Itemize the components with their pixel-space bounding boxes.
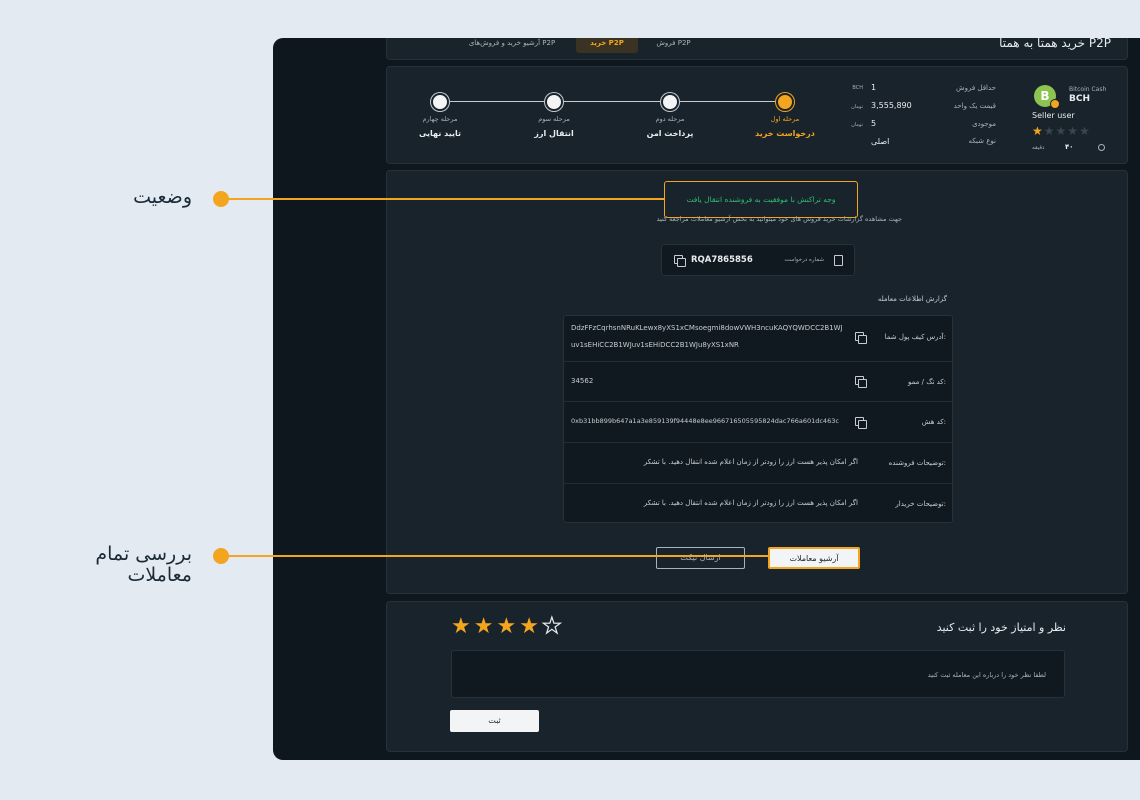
step-1-dot <box>776 93 794 111</box>
timer-value: ۴۰ <box>1065 143 1074 151</box>
review-panel: نظر و امتیاز خود را ثبت کنید ★★★★★ لطفا … <box>386 601 1128 752</box>
seller-notes-value: اگر امکان پذیر هست ارز را زودتر از زمان … <box>643 458 858 466</box>
star-icon[interactable]: ★ <box>451 614 474 639</box>
seller-name[interactable]: Seller user <box>1032 111 1075 120</box>
step-1-sub: مرحله اول <box>770 115 800 123</box>
min-sell-label: حداقل فروش <box>956 84 996 92</box>
review-textarea[interactable]: لطفا نظر خود را درباره این معامله ثبت کن… <box>451 650 1065 698</box>
buyer-notes-value: اگر امکان پذیر هست ارز را زودتر از زمان … <box>643 499 858 507</box>
step-2-label: پرداخت امن <box>646 129 694 138</box>
step-4-dot <box>431 93 449 111</box>
archive-annotation-line2: معاملات <box>127 564 192 586</box>
balance-unit: تومان <box>851 122 863 128</box>
balance-value: 5 <box>871 119 877 128</box>
star-icon: ★ <box>1079 124 1091 138</box>
document-icon <box>834 255 843 266</box>
copy-icon[interactable] <box>855 417 867 429</box>
review-placeholder: لطفا نظر خود را درباره این معامله ثبت کن… <box>927 671 1046 679</box>
star-icon: ★ <box>1067 124 1080 138</box>
step-2-sub: مرحله دوم <box>655 115 685 123</box>
memo-tag-label: کد تگ / ممو: <box>907 378 946 386</box>
step-1-label: درخواست خرید <box>755 129 815 138</box>
hash-label: کد هش: <box>921 418 946 426</box>
min-sell-unit: BCH <box>852 85 863 91</box>
trade-result-panel: وجه تراکنش با موفقیت به فروشنده انتقال ی… <box>386 170 1128 594</box>
status-note: جهت مشاهده گزارشات خرید فروش های خود میت… <box>656 215 902 223</box>
table-row: توضیحات خریدار: اگر امکان پذیر هست ارز ر… <box>564 484 952 522</box>
status-message: وجه تراکنش با موفقیت به فروشنده انتقال ی… <box>686 195 836 204</box>
step-4-sub: مرحله چهارم <box>422 115 458 123</box>
network-type-value: اصلی <box>871 137 890 146</box>
step-3-label: انتقال ارز <box>534 129 574 138</box>
tab-p2p-buy[interactable]: خرید P2P <box>576 38 638 53</box>
request-number-box: شماره درخواست RQA7865856 <box>661 244 855 276</box>
step-4-label: تایید نهایی <box>418 129 462 138</box>
status-annotation-line <box>224 198 664 200</box>
review-title: نظر و امتیاز خود را ثبت کنید <box>936 621 1066 634</box>
star-icon[interactable]: ★ <box>519 614 542 639</box>
star-icon: ★ <box>1055 124 1068 138</box>
archive-annotation-label: بررسی تمام معاملات <box>60 544 192 586</box>
wallet-address-value: DdzFFzCqrhsnNRuKLewx8yXS1xCMsoegmi8dowVW… <box>571 324 843 349</box>
trade-progress-panel: B Bitcoin Cash BCH Seller user ★★★★★ ۴۰ … <box>386 66 1128 164</box>
timer-unit: دقیقه <box>1032 145 1045 151</box>
unit-price-label: قیمت یک واحد <box>953 102 996 110</box>
network-type-label: نوع شبکه <box>968 137 996 145</box>
seller-rating: ★★★★★ <box>1032 124 1091 138</box>
clock-icon <box>1098 144 1105 151</box>
request-number-label: شماره درخواست <box>784 257 824 263</box>
page-title: خرید همتا به همتا P2P <box>999 38 1111 50</box>
step-3-sub: مرحله سوم <box>538 115 570 123</box>
star-icon: ★ <box>1043 124 1056 138</box>
tab-p2p-sell[interactable]: فروش P2P <box>651 38 696 53</box>
memo-tag-value: 34562 <box>571 377 594 385</box>
buyer-notes-label: توضیحات خریدار: <box>895 500 946 508</box>
transaction-report: آدرس کیف پول شما: DdzFFzCqrhsnNRuKLewx8y… <box>563 315 953 523</box>
archive-annotation-line1: بررسی تمام <box>95 543 192 565</box>
report-title: گزارش اطلاعات معامله <box>877 295 947 303</box>
status-annotation-label: وضعیت <box>133 186 192 208</box>
hash-value: 0xb31bb899b647a1a3e859139f94448e8ee96671… <box>571 417 839 425</box>
star-icon[interactable]: ★ <box>541 613 565 639</box>
star-icon[interactable]: ★ <box>496 614 519 639</box>
min-sell-value: 1 <box>871 83 877 92</box>
trade-archive-button[interactable]: آرشیو معاملات <box>768 547 860 569</box>
step-2-dot <box>661 93 679 111</box>
table-row: کد هش: 0xb31bb899b647a1a3e859139f94448e8… <box>564 402 952 443</box>
table-row: توضیحات فروشنده: اگر امکان پذیر هست ارز … <box>564 443 952 484</box>
tab-p2p-archive[interactable]: آرشیو خرید و فروش‌های P2P <box>457 38 567 53</box>
table-row: کد تگ / ممو: 34562 <box>564 362 952 402</box>
balance-label: موجودی <box>972 120 996 128</box>
copy-icon[interactable] <box>855 332 867 344</box>
coin-name: Bitcoin Cash <box>1069 86 1107 93</box>
review-rating[interactable]: ★★★★★ <box>451 613 565 639</box>
coin-ticker: BCH <box>1069 94 1090 104</box>
request-number-value: RQA7865856 <box>691 255 753 265</box>
progress-line <box>440 101 785 102</box>
unit-price-unit: تومان <box>851 104 863 110</box>
star-icon: ★ <box>1032 124 1044 138</box>
submit-review-button[interactable]: ثبت <box>450 710 539 732</box>
user-badge-icon <box>1050 99 1060 109</box>
star-icon[interactable]: ★ <box>474 614 497 639</box>
app-frame: خرید همتا به همتا P2P خرید P2P فروش P2P … <box>273 38 1140 760</box>
step-3-dot <box>545 93 563 111</box>
status-highlight: وجه تراکنش با موفقیت به فروشنده انتقال ی… <box>664 181 858 218</box>
page-header: خرید همتا به همتا P2P خرید P2P فروش P2P … <box>386 38 1128 60</box>
wallet-address-label: آدرس کیف پول شما: <box>884 333 946 341</box>
copy-icon[interactable] <box>855 376 867 388</box>
send-ticket-button[interactable]: ارسال تیکت <box>656 547 745 569</box>
unit-price-value: 3,555,890 <box>871 101 912 110</box>
copy-icon[interactable] <box>674 255 686 267</box>
table-row: آدرس کیف پول شما: DdzFFzCqrhsnNRuKLewx8y… <box>564 316 952 362</box>
archive-annotation-line <box>224 555 769 557</box>
seller-notes-label: توضیحات فروشنده: <box>888 459 946 467</box>
